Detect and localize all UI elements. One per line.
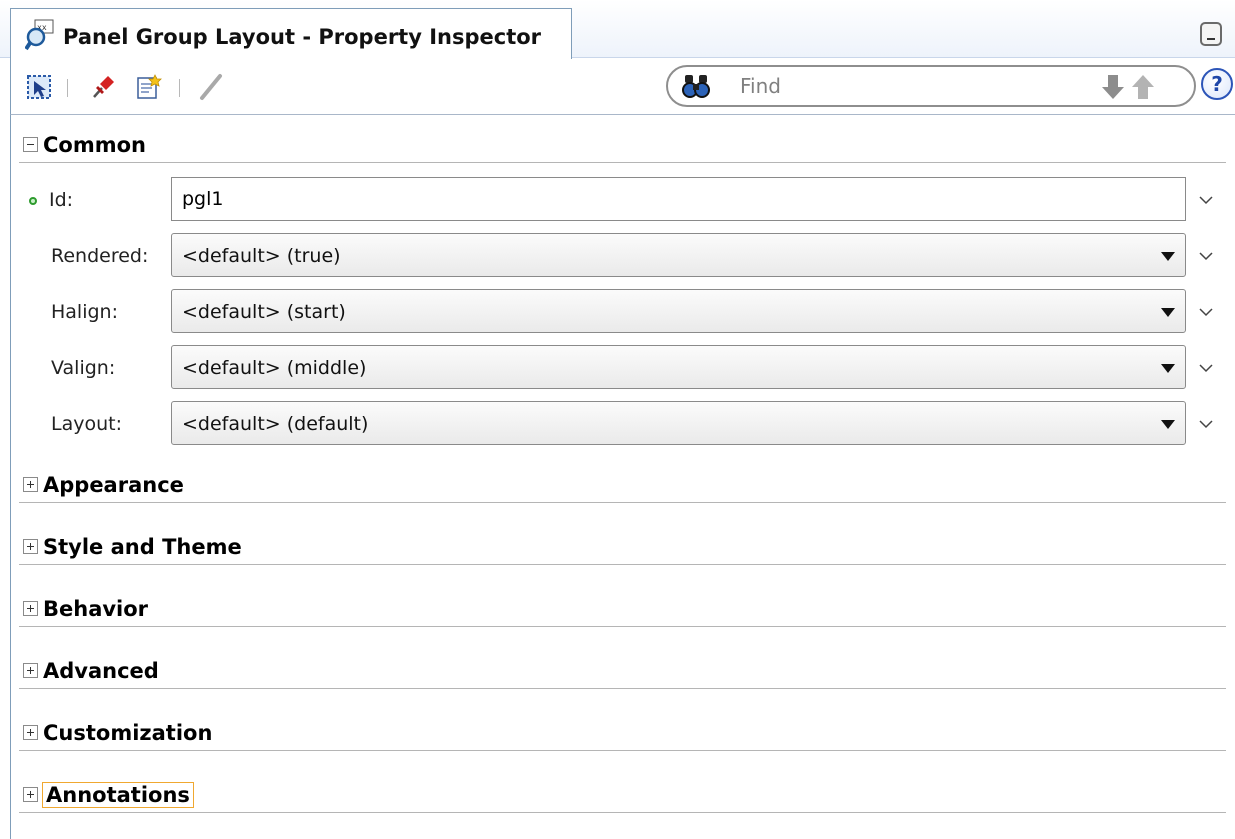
section-behavior[interactable]: Behavior (11, 587, 1226, 627)
divider (19, 162, 1226, 163)
pencil-icon[interactable] (197, 73, 225, 101)
valign-select[interactable]: <default> (middle) (171, 345, 1186, 389)
section-common[interactable]: Common (11, 123, 1226, 163)
pin-icon[interactable] (89, 73, 117, 101)
layout-select[interactable]: <default> (default) (171, 401, 1186, 445)
toolbar-separator (179, 79, 180, 97)
property-label: Id: (49, 189, 74, 211)
chevron-down-icon[interactable] (1197, 247, 1215, 265)
property-label: Rendered: (51, 245, 149, 267)
select-value: <default> (true) (182, 245, 341, 267)
expand-icon[interactable] (23, 539, 38, 554)
expand-icon[interactable] (23, 725, 38, 740)
property-row-id: Id: (11, 177, 1235, 223)
find-field[interactable] (666, 65, 1196, 107)
divider (19, 626, 1226, 627)
property-label: Halign: (51, 301, 118, 323)
edit-document-icon[interactable] (135, 73, 163, 101)
chevron-down-icon[interactable] (1197, 191, 1215, 209)
section-appearance[interactable]: Appearance (11, 463, 1226, 503)
property-inspector-tab[interactable]: xx Panel Group Layout - Property Inspect… (10, 8, 572, 59)
expand-icon[interactable] (23, 601, 38, 616)
chevron-down-icon[interactable] (1197, 415, 1215, 433)
property-panel: Common Id: Rendered: <default> (true) Ha… (10, 115, 1235, 839)
section-label: Common (43, 133, 146, 157)
expand-icon[interactable] (23, 787, 38, 802)
section-label: Annotations (42, 782, 194, 808)
required-indicator-icon (29, 197, 37, 205)
section-label: Behavior (43, 597, 149, 621)
property-row-layout: Layout: <default> (default) (11, 401, 1235, 447)
select-value: <default> (start) (182, 301, 346, 323)
dropdown-arrow-icon[interactable] (1161, 364, 1175, 373)
chevron-down-icon[interactable] (1197, 359, 1215, 377)
property-label: Layout: (51, 413, 122, 435)
section-style-and-theme[interactable]: Style and Theme (11, 525, 1226, 565)
divider (19, 750, 1226, 751)
section-label: Customization (43, 721, 213, 745)
expand-icon[interactable] (23, 663, 38, 678)
find-input[interactable] (738, 73, 1078, 99)
section-label: Advanced (43, 659, 159, 683)
halign-select[interactable]: <default> (start) (171, 289, 1186, 333)
divider (19, 502, 1226, 503)
property-label: Valign: (51, 357, 116, 379)
section-annotations[interactable]: Annotations (11, 773, 1226, 813)
minimize-button[interactable] (1200, 22, 1222, 46)
select-component-icon[interactable] (25, 73, 53, 101)
find-previous-icon[interactable] (1130, 73, 1156, 101)
property-row-rendered: Rendered: <default> (true) (11, 233, 1235, 279)
divider (19, 688, 1226, 689)
help-button[interactable]: ? (1201, 68, 1233, 100)
toolbar-separator (67, 79, 68, 97)
dropdown-arrow-icon[interactable] (1161, 420, 1175, 429)
chevron-down-icon[interactable] (1197, 303, 1215, 321)
id-field[interactable] (171, 177, 1186, 221)
expand-icon[interactable] (23, 477, 38, 492)
select-value: <default> (middle) (182, 357, 367, 379)
divider (19, 812, 1226, 813)
section-label: Style and Theme (43, 535, 242, 559)
section-label: Appearance (43, 473, 184, 497)
dropdown-arrow-icon[interactable] (1161, 252, 1175, 261)
dropdown-arrow-icon[interactable] (1161, 308, 1175, 317)
window-title: Panel Group Layout - Property Inspector (63, 25, 542, 49)
title-bar: xx Panel Group Layout - Property Inspect… (0, 0, 1235, 59)
binoculars-icon (682, 75, 710, 98)
find-next-icon[interactable] (1100, 73, 1126, 101)
property-inspector-icon: xx (25, 19, 54, 51)
toolbar: ? (10, 59, 1235, 115)
collapse-icon[interactable] (23, 137, 38, 152)
property-row-halign: Halign: <default> (start) (11, 289, 1235, 335)
select-value: <default> (default) (182, 413, 369, 435)
property-row-valign: Valign: <default> (middle) (11, 345, 1235, 391)
section-customization[interactable]: Customization (11, 711, 1226, 751)
rendered-select[interactable]: <default> (true) (171, 233, 1186, 277)
divider (19, 564, 1226, 565)
section-advanced[interactable]: Advanced (11, 649, 1226, 689)
